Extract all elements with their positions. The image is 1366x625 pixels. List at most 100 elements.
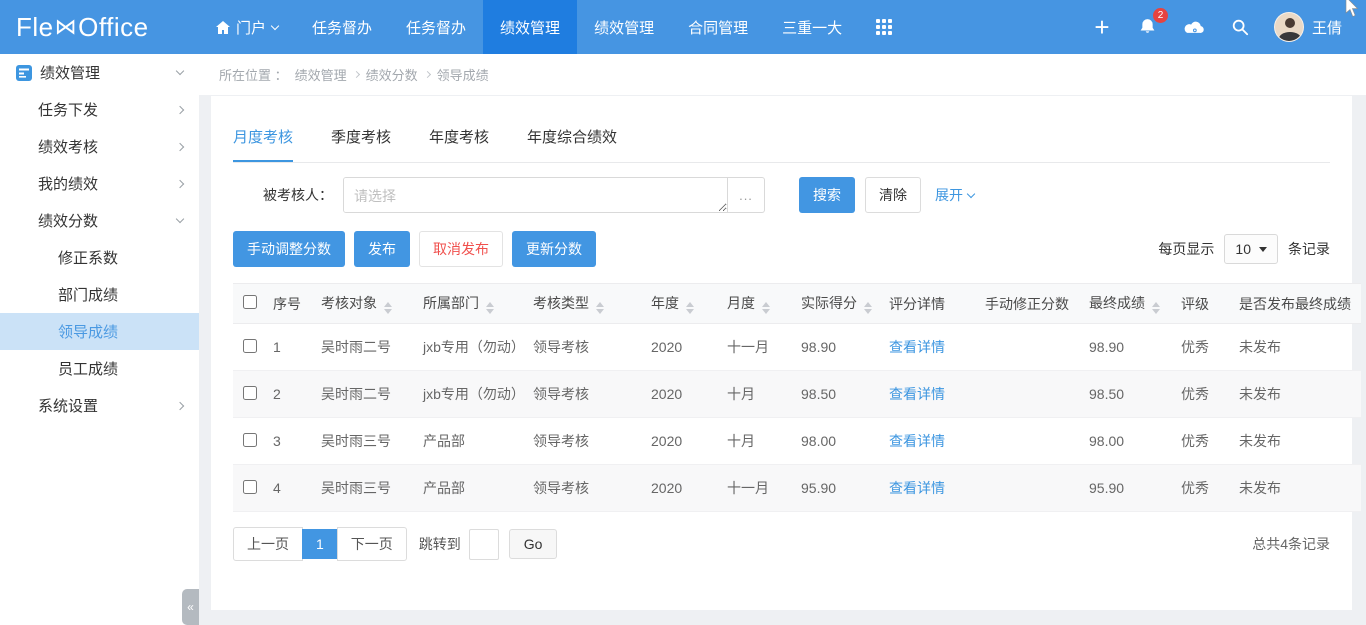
cell-manual <box>979 418 1083 465</box>
page-size-value: 10 <box>1235 241 1251 257</box>
nav-item-three-major[interactable]: 三重一大 <box>765 0 859 54</box>
sidebar-item-system-settings[interactable]: 系统设置 <box>0 387 199 424</box>
breadcrumb: 所在位置 ： 绩效管理 绩效分数 领导成绩 <box>199 54 1366 95</box>
nav-item-contract[interactable]: 合同管理 <box>671 0 765 54</box>
cell-seq: 1 <box>267 324 315 371</box>
cell-dept: 产品部 <box>417 418 527 465</box>
cell-manual <box>979 465 1083 512</box>
cell-month: 十月 <box>721 418 795 465</box>
assessee-picker-button[interactable]: ... <box>728 177 765 213</box>
sidebar-item-label: 修正系数 <box>58 247 118 268</box>
nav-item-label: 门户 <box>236 17 266 38</box>
cell-type: 领导考核 <box>527 371 645 418</box>
search-button[interactable] <box>1228 15 1252 39</box>
column-header-published: 是否发布最终成绩 <box>1233 284 1361 324</box>
tab-annual[interactable]: 年度考核 <box>429 126 489 162</box>
sidebar-item-correction-coefficient[interactable]: 修正系数 <box>0 239 199 276</box>
sidebar-collapse-button[interactable]: « <box>182 589 199 625</box>
nav-item-label: 任务督办 <box>406 17 466 38</box>
publish-button[interactable]: 发布 <box>354 231 410 267</box>
cell-rating: 优秀 <box>1175 418 1233 465</box>
table-row: 3 吴时雨三号 产品部 领导考核 2020 十月 98.00 查看详情 98.0… <box>233 418 1361 465</box>
sort-icon[interactable] <box>596 302 604 314</box>
view-detail-link[interactable]: 查看详情 <box>889 339 945 355</box>
nav-item-performance-active[interactable]: 绩效管理 <box>483 0 577 54</box>
assessee-input[interactable] <box>343 177 728 213</box>
search-submit-button[interactable]: 搜索 <box>799 177 855 213</box>
breadcrumb-item-performance[interactable]: 绩效管理 <box>295 65 347 84</box>
add-button[interactable]: + <box>1090 15 1114 39</box>
cell-target: 吴时雨三号 <box>315 418 417 465</box>
table-row: 2 吴时雨二号 jxb专用（勿动） 领导考核 2020 十月 98.50 查看详… <box>233 371 1361 418</box>
page-size-control: 每页显示 10 条记录 <box>1158 234 1330 264</box>
sort-icon[interactable] <box>1152 302 1160 314</box>
tab-bar: 月度考核 季度考核 年度考核 年度综合绩效 <box>233 96 1330 163</box>
sort-icon[interactable] <box>686 302 694 314</box>
breadcrumb-separator-icon <box>353 71 360 78</box>
cell-score: 98.00 <box>795 418 883 465</box>
sort-icon[interactable] <box>384 302 392 314</box>
next-page-button[interactable]: 下一页 <box>337 527 407 561</box>
clear-button[interactable]: 清除 <box>865 177 921 213</box>
sidebar-item-department-scores[interactable]: 部门成绩 <box>0 276 199 313</box>
cloud-icon <box>1183 19 1205 35</box>
sort-icon[interactable] <box>864 302 872 314</box>
cell-year: 2020 <box>645 418 721 465</box>
cell-seq: 2 <box>267 371 315 418</box>
nav-item-portal[interactable]: 门户 <box>199 0 295 54</box>
sidebar-item-my-performance[interactable]: 我的绩效 <box>0 165 199 202</box>
breadcrumb-separator-icon <box>424 71 431 78</box>
breadcrumb-item-score[interactable]: 绩效分数 <box>366 65 418 84</box>
view-detail-link[interactable]: 查看详情 <box>889 480 945 496</box>
table-row: 1 吴时雨二号 jxb专用（勿动） 领导考核 2020 十一月 98.90 查看… <box>233 324 1361 371</box>
assessee-input-group: ... <box>343 177 765 213</box>
breadcrumb-item-leader-scores[interactable]: 领导成绩 <box>437 65 489 84</box>
row-checkbox[interactable] <box>243 480 257 494</box>
view-detail-link[interactable]: 查看详情 <box>889 386 945 402</box>
app-logo: Fle⋈Office <box>0 0 199 54</box>
nav-item-performance-2[interactable]: 绩效管理 <box>577 0 671 54</box>
row-checkbox[interactable] <box>243 386 257 400</box>
sidebar-item-label: 绩效分数 <box>38 210 98 231</box>
sidebar-item-performance-root[interactable]: 绩效管理 <box>0 54 199 91</box>
sort-icon[interactable] <box>486 302 494 314</box>
cell-rating: 优秀 <box>1175 324 1233 371</box>
total-records: 总共4条记录 <box>1252 534 1330 554</box>
nav-item-task-supervision-1[interactable]: 任务督办 <box>295 0 389 54</box>
go-button[interactable]: Go <box>509 529 558 559</box>
row-checkbox[interactable] <box>243 339 257 353</box>
cell-target: 吴时雨二号 <box>315 324 417 371</box>
unpublish-button[interactable]: 取消发布 <box>419 231 503 267</box>
sidebar-item-label: 绩效考核 <box>38 136 98 157</box>
tab-quarterly[interactable]: 季度考核 <box>331 126 391 162</box>
user-menu[interactable]: 王倩 <box>1274 12 1342 42</box>
chevron-down-icon <box>271 21 279 29</box>
sidebar-item-leader-scores[interactable]: 领导成绩 <box>0 313 199 350</box>
select-all-checkbox[interactable] <box>243 295 257 309</box>
page-size-select[interactable]: 10 <box>1224 234 1278 264</box>
sidebar-item-task-dispatch[interactable]: 任务下发 <box>0 91 199 128</box>
notifications-button[interactable]: 2 <box>1136 15 1160 39</box>
cell-month: 十月 <box>721 371 795 418</box>
sidebar-item-employee-scores[interactable]: 员工成绩 <box>0 350 199 387</box>
prev-page-button[interactable]: 上一页 <box>233 527 303 561</box>
update-score-button[interactable]: 更新分数 <box>512 231 596 267</box>
cloud-button[interactable] <box>1182 15 1206 39</box>
tab-monthly[interactable]: 月度考核 <box>233 126 293 162</box>
nav-item-task-supervision-2[interactable]: 任务督办 <box>389 0 483 54</box>
sidebar-item-performance-assessment[interactable]: 绩效考核 <box>0 128 199 165</box>
cell-year: 2020 <box>645 324 721 371</box>
apps-menu-button[interactable] <box>859 0 909 54</box>
nav-item-label: 绩效管理 <box>594 17 654 38</box>
page-number-1[interactable]: 1 <box>302 529 338 559</box>
sidebar-item-performance-score[interactable]: 绩效分数 <box>0 202 199 239</box>
expand-link[interactable]: 展开 <box>935 185 974 205</box>
tab-annual-comprehensive[interactable]: 年度综合绩效 <box>527 126 617 162</box>
manual-adjust-score-button[interactable]: 手动调整分数 <box>233 231 345 267</box>
view-detail-link[interactable]: 查看详情 <box>889 433 945 449</box>
cell-published: 未发布 <box>1233 324 1361 371</box>
sort-icon[interactable] <box>762 302 770 314</box>
column-header-manual: 手动修正分数 <box>979 284 1083 324</box>
jump-page-input[interactable] <box>469 529 499 560</box>
row-checkbox[interactable] <box>243 433 257 447</box>
